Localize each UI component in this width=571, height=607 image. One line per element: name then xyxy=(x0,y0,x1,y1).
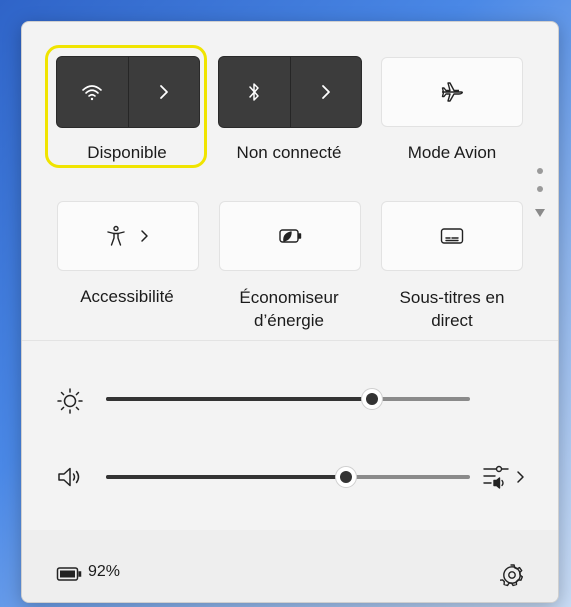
chevron-right-icon xyxy=(141,230,148,242)
quick-settings-footer: 92% xyxy=(22,530,558,602)
bluetooth-toggle-button[interactable] xyxy=(219,57,290,127)
gear-icon[interactable] xyxy=(500,563,524,587)
brightness-icon xyxy=(57,388,83,414)
page-indicator-dot[interactable] xyxy=(537,168,543,174)
audio-output-button[interactable] xyxy=(482,464,526,490)
accessibility-label: Accessibilité xyxy=(80,287,174,306)
airplane-label: Mode Avion xyxy=(407,143,497,162)
accessibility-icon xyxy=(107,225,125,246)
volume-slider-thumb[interactable] xyxy=(335,466,358,488)
brightness-slider-fill xyxy=(106,397,372,401)
bluetooth-expand-button[interactable] xyxy=(289,57,362,127)
airplane-icon xyxy=(441,82,464,102)
energy-saver-label-line1: Économiseur xyxy=(239,288,339,307)
volume-slider[interactable] xyxy=(106,466,470,488)
chevron-right-icon xyxy=(321,85,330,99)
captions-icon xyxy=(440,228,464,244)
next-page-arrow-icon[interactable] xyxy=(534,208,546,218)
quick-settings-panel: Disponible Non connecté Mode Avion Acces… xyxy=(21,21,559,603)
volume-slider-fill xyxy=(106,475,347,479)
battery-icon[interactable] xyxy=(56,566,82,582)
divider xyxy=(22,340,558,341)
bluetooth-icon xyxy=(249,83,259,101)
energy-saver-label-line2: d’énergie xyxy=(254,311,324,330)
accessibility-button[interactable] xyxy=(57,201,199,271)
page-indicator-dot[interactable] xyxy=(537,186,543,192)
energy-saver-button[interactable] xyxy=(219,201,361,271)
bluetooth-label: Non connecté xyxy=(236,143,342,162)
battery-percentage[interactable]: 92% xyxy=(88,563,120,581)
audio-mixer-icon xyxy=(483,465,509,489)
live-captions-label-line1: Sous-titres en xyxy=(399,288,505,307)
energy-saver-icon xyxy=(279,229,302,243)
wifi-label: Disponible xyxy=(87,143,167,162)
chevron-right-icon xyxy=(517,471,524,483)
brightness-slider-thumb[interactable] xyxy=(360,388,383,410)
airplane-mode-button[interactable] xyxy=(381,57,523,127)
brightness-slider[interactable] xyxy=(106,388,470,410)
speaker-icon[interactable] xyxy=(56,465,84,489)
live-captions-label-line2: direct xyxy=(431,311,473,330)
live-captions-button[interactable] xyxy=(381,201,523,271)
bluetooth-toggle-group xyxy=(218,56,362,128)
